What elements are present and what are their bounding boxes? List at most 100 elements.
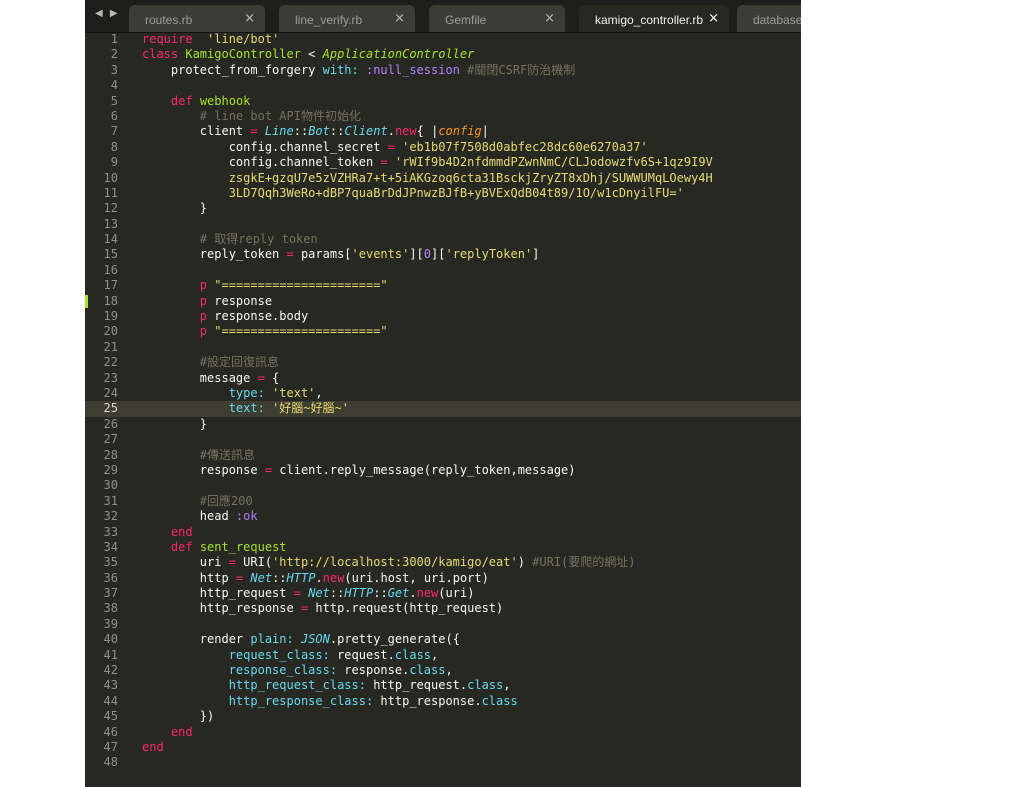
line-number: 31	[103, 493, 118, 508]
code-line[interactable]: 34 def sent_request	[85, 540, 801, 555]
code-line[interactable]: 4	[85, 78, 801, 93]
code-line[interactable]: 47 end	[85, 740, 801, 755]
code-line[interactable]: 32 head :ok	[85, 509, 801, 524]
code-token: =	[293, 586, 301, 601]
code-token: Net	[308, 586, 330, 601]
code-token: class	[142, 47, 179, 62]
code-line[interactable]: 6 # line bot API物件初始化	[85, 109, 801, 124]
line-number: 35	[103, 555, 118, 570]
code-line[interactable]: 42 response_class: response.class,	[85, 663, 801, 678]
code-line[interactable]: 46 end	[85, 725, 801, 740]
code-line[interactable]: 14 # 取得reply token	[85, 232, 801, 247]
code-token: 'text'	[272, 385, 316, 400]
code-token: class	[467, 678, 504, 693]
modified-line-marker	[85, 294, 88, 308]
close-icon[interactable]: ×	[708, 11, 719, 26]
code-line[interactable]: 7 client = Line::Bot::Client.new{ |confi…	[85, 124, 801, 139]
code-line[interactable]: 25 text: '好腦~好腦~'	[85, 401, 801, 417]
line-number: 15	[103, 247, 118, 262]
code-line[interactable]: 24 type: 'text',	[85, 386, 801, 401]
code-text: head :ok	[142, 509, 258, 524]
code-line[interactable]: 44 http_response_class: http_response.cl…	[85, 694, 801, 709]
code-line[interactable]: 26 }	[85, 417, 801, 432]
code-line[interactable]: 45 })	[85, 709, 801, 724]
code-line[interactable]: 37 http_request = Net::HTTP::Get.new(uri…	[85, 586, 801, 601]
tab-line-verify[interactable]: line_verify.rb ×	[279, 5, 415, 32]
code-line[interactable]: 15 reply_token = params['events'][0]['re…	[85, 247, 801, 262]
code-text: # line bot API物件初始化	[142, 109, 361, 124]
code-line[interactable]: 36 http = Net::HTTP.new(uri.host, uri.po…	[85, 571, 801, 586]
code-line[interactable]: 22 #設定回復訊息	[85, 355, 801, 370]
code-line[interactable]: 11 3LD7Qqh3WeRo+dBP7quaBrDdJPnwzBJfB+yBV…	[85, 186, 801, 201]
code-token: #關閉CSRF防治機制	[467, 62, 576, 77]
close-icon[interactable]: ×	[544, 11, 555, 26]
line-number: 28	[103, 447, 118, 462]
code-token: JSON	[300, 632, 330, 647]
code-line[interactable]: 43 http_request_class: http_request.clas…	[85, 678, 801, 693]
code-token: #回應200	[199, 493, 253, 508]
code-line[interactable]: 3 protect_from_forgery with: :null_sessi…	[85, 63, 801, 78]
code-line[interactable]: 1 require 'line/bot'	[85, 32, 801, 47]
line-number: 40	[103, 632, 118, 647]
code-line[interactable]: 19 p response.body	[85, 309, 801, 324]
code-token: reply_token	[142, 247, 287, 262]
code-text: http_request = Net::HTTP::Get.new(uri)	[142, 586, 475, 601]
code-token: 'events'	[351, 247, 410, 262]
code-line[interactable]: 38 http_response = http.request(http_req…	[85, 601, 801, 616]
code-line[interactable]: 2 class KamigoController < ApplicationCon…	[85, 47, 801, 62]
code-text: end	[142, 525, 193, 540]
code-line[interactable]: 13	[85, 217, 801, 232]
tab-database[interactable]: database.y	[737, 5, 801, 32]
code-text: protect_from_forgery with: :null_session…	[142, 63, 575, 78]
code-token: 0	[423, 247, 432, 262]
line-number: 9	[110, 155, 118, 170]
code-line[interactable]: 33 end	[85, 525, 801, 540]
code-line[interactable]: 21	[85, 340, 801, 355]
code-token: { |	[416, 124, 439, 139]
code-line[interactable]: 8 config.channel_secret = 'eb1b07f7508d0…	[85, 140, 801, 155]
code-line[interactable]: 17 p "======================"	[85, 278, 801, 293]
line-number: 29	[103, 462, 118, 477]
close-icon[interactable]: ×	[394, 11, 405, 26]
code-line[interactable]: 28 #傳送訊息	[85, 448, 801, 463]
code-line[interactable]: 35 uri = URI('http://localhost:3000/kami…	[85, 555, 801, 570]
code-line[interactable]: 10 zsgkE+gzqU7e5zVZHRa7+t+5iAKGzoq6cta31…	[85, 171, 801, 186]
code-line[interactable]: 27	[85, 432, 801, 447]
code-line[interactable]: 16	[85, 263, 801, 278]
code-token: .pretty_generate({	[329, 632, 460, 647]
code-line[interactable]: 39	[85, 617, 801, 632]
code-line[interactable]: 40 render plain: JSON.pretty_generate({	[85, 632, 801, 647]
code-line[interactable]: 31 #回應200	[85, 494, 801, 509]
line-number: 30	[103, 478, 118, 493]
code-text: def webhook	[142, 94, 251, 109]
code-token: uri	[142, 555, 229, 570]
code-token: ,	[445, 663, 453, 678]
close-icon[interactable]: ×	[244, 11, 255, 26]
tab-gemfile[interactable]: Gemfile ×	[429, 5, 565, 32]
code-line[interactable]: 48	[85, 755, 801, 770]
code-line[interactable]: 9 config.channel_token = 'rWIf9b4D2nfdmm…	[85, 155, 801, 170]
code-line[interactable]: 23 message = {	[85, 371, 801, 386]
tab-routes[interactable]: routes.rb ×	[129, 5, 265, 32]
code-line[interactable]: 30	[85, 478, 801, 493]
code-line[interactable]: 5 def webhook	[85, 94, 801, 109]
code-text: }	[142, 417, 207, 432]
code-text: p "======================"	[142, 278, 388, 293]
code-line[interactable]: 12 }	[85, 201, 801, 216]
code-area[interactable]: 1 require 'line/bot' 2 class KamigoControll…	[85, 32, 801, 771]
code-token: #傳送訊息	[199, 447, 256, 462]
code-line[interactable]: 18 p response	[85, 294, 801, 309]
nav-arrows-icon[interactable]: ◀ ▶	[95, 8, 120, 19]
code-text: uri = URI('http://localhost:3000/kamigo/…	[142, 555, 636, 570]
tab-kamigo-controller[interactable]: kamigo_controller.rb ×	[579, 5, 729, 32]
code-line[interactable]: 20 p "======================"	[85, 324, 801, 339]
code-line[interactable]: 29 response = client.reply_message(reply…	[85, 463, 801, 478]
code-line[interactable]: 41 request_class: request.class,	[85, 648, 801, 663]
code-editor-window[interactable]: ◀ ▶ routes.rb × line_verify.rb × Gemfile…	[85, 0, 801, 787]
code-token: params[	[293, 247, 352, 262]
